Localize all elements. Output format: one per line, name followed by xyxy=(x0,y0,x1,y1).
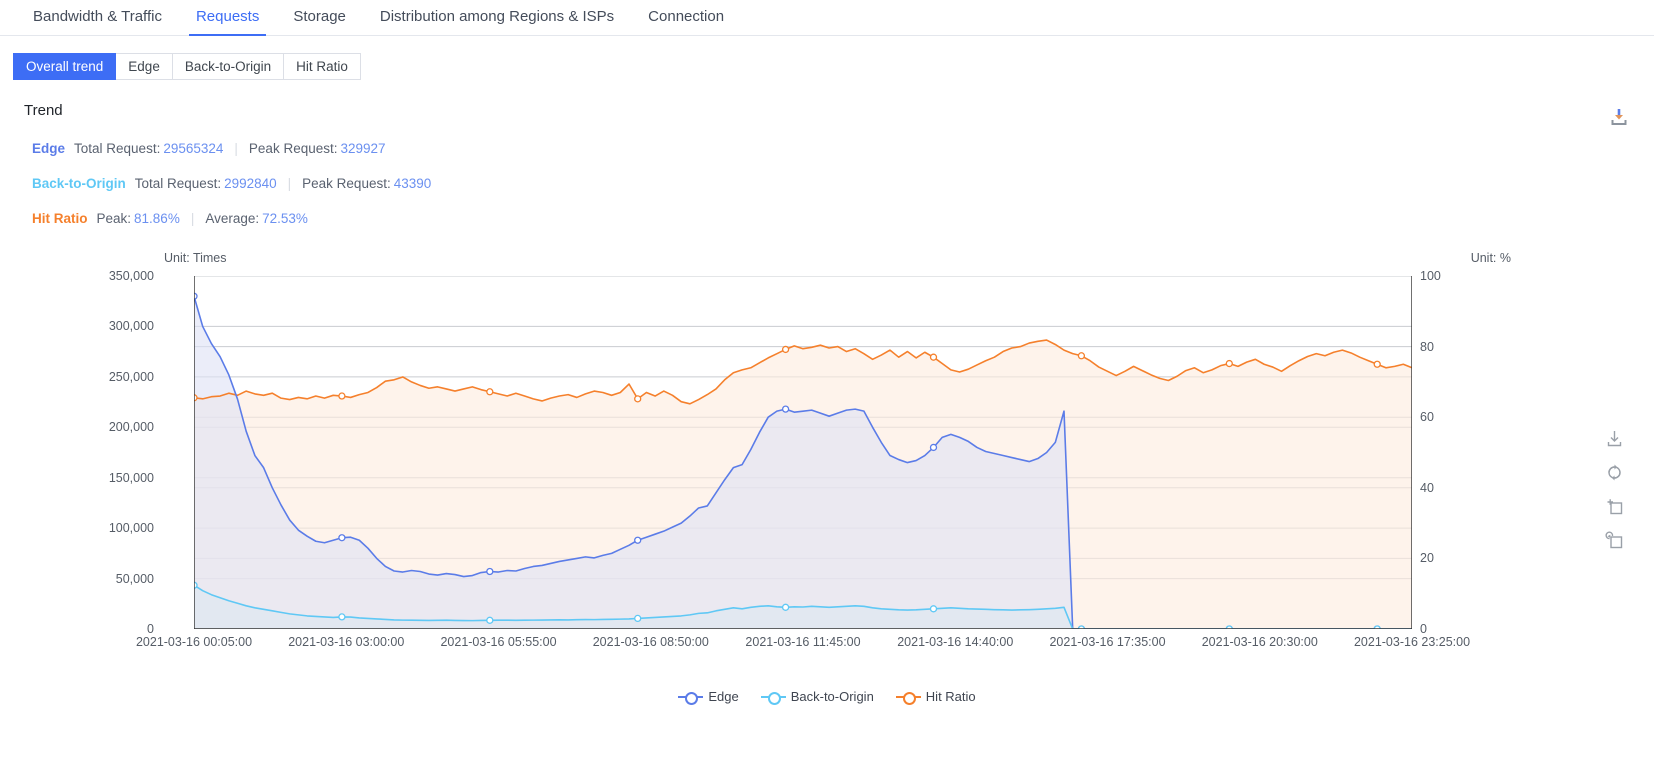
chart-unit-left: Unit: Times xyxy=(164,251,227,265)
chart-plot-area[interactable] xyxy=(194,276,1412,629)
legend-label: Hit Ratio xyxy=(926,689,976,704)
trend-panel: Trend Edge Total Request: 29565324 | Pea… xyxy=(0,102,1654,731)
summary-metric-label: Peak: xyxy=(97,211,132,227)
tab-label: Distribution among Regions & ISPs xyxy=(380,8,614,25)
y-axis-right-tick: 40 xyxy=(1420,481,1434,495)
summary-row-hit-ratio: Hit Ratio Peak: 81.86% | Average: 72.53% xyxy=(32,211,1638,227)
legend-marker-icon xyxy=(678,691,703,703)
y-axis-right-tick: 0 xyxy=(1420,622,1427,636)
trend-chart: Unit: Times Unit: % xyxy=(16,251,1638,731)
summary-metric-value: 72.53% xyxy=(262,211,308,227)
summary-divider: | xyxy=(288,176,292,192)
segment-edge[interactable]: Edge xyxy=(116,53,173,80)
summary-metric-value: 2992840 xyxy=(224,176,277,192)
zoom-select-icon[interactable] xyxy=(1605,497,1624,516)
summary-row-edge: Edge Total Request: 29565324 | Peak Requ… xyxy=(32,141,1638,157)
page-title: Trend xyxy=(24,102,1638,119)
y-axis-right-tick: 100 xyxy=(1420,269,1441,283)
y-axis-right-tick: 60 xyxy=(1420,410,1434,424)
legend-item-hit-ratio[interactable]: Hit Ratio xyxy=(896,689,976,704)
y-axis-left-tick: 0 xyxy=(147,622,154,636)
segment-back-to-origin[interactable]: Back-to-Origin xyxy=(173,53,284,80)
tab-storage[interactable]: Storage xyxy=(276,8,363,35)
summary-metric-label: Peak Request: xyxy=(249,141,338,157)
tab-bandwidth-traffic[interactable]: Bandwidth & Traffic xyxy=(16,8,179,35)
tab-connection[interactable]: Connection xyxy=(631,8,741,35)
y-axis-right-tick: 20 xyxy=(1420,551,1434,565)
summary-series-name: Back-to-Origin xyxy=(32,176,126,192)
y-axis-right-tick: 80 xyxy=(1420,340,1434,354)
summary-metric-value: 81.86% xyxy=(134,211,180,227)
summary-block: Edge Total Request: 29565324 | Peak Requ… xyxy=(32,141,1638,227)
summary-divider: | xyxy=(234,141,238,157)
y-axis-left-tick: 250,000 xyxy=(109,370,154,384)
y-axis-left-tick: 350,000 xyxy=(109,269,154,283)
tab-label: Storage xyxy=(293,8,346,25)
summary-row-back-to-origin: Back-to-Origin Total Request: 2992840 | … xyxy=(32,176,1638,192)
tab-label: Requests xyxy=(196,8,259,25)
legend-label: Edge xyxy=(708,689,738,704)
tab-distribution-regions-isps[interactable]: Distribution among Regions & ISPs xyxy=(363,8,631,35)
y-axis-left-tick: 200,000 xyxy=(109,420,154,434)
chart-unit-right: Unit: % xyxy=(1471,251,1511,265)
x-axis-tick: 2021-03-16 00:05:00 xyxy=(136,635,252,649)
summary-metric-value: 43390 xyxy=(394,176,432,192)
summary-metric-value: 329927 xyxy=(340,141,385,157)
summary-metric-value: 29565324 xyxy=(163,141,223,157)
legend-item-edge[interactable]: Edge xyxy=(678,689,738,704)
segment-overall-trend[interactable]: Overall trend xyxy=(13,53,116,80)
chart-legend: Edge Back-to-Origin Hit Ratio xyxy=(16,689,1638,704)
x-axis-tick: 2021-03-16 05:55:00 xyxy=(440,635,556,649)
y-axis-left-tick: 300,000 xyxy=(109,319,154,333)
x-axis-tick: 2021-03-16 23:25:00 xyxy=(1354,635,1470,649)
summary-metric-label: Total Request: xyxy=(74,141,160,157)
legend-marker-icon xyxy=(896,691,921,703)
x-axis-tick: 2021-03-16 20:30:00 xyxy=(1202,635,1318,649)
zoom-restore-icon[interactable] xyxy=(1605,531,1624,550)
x-axis-tick: 2021-03-16 08:50:00 xyxy=(593,635,709,649)
download-icon[interactable] xyxy=(1605,429,1624,448)
summary-metric-label: Peak Request: xyxy=(302,176,391,192)
x-axis-tick: 2021-03-16 17:35:00 xyxy=(1049,635,1165,649)
refresh-icon[interactable] xyxy=(1605,463,1624,482)
summary-series-name: Edge xyxy=(32,141,65,157)
legend-label: Back-to-Origin xyxy=(791,689,874,704)
y-axis-left-tick: 50,000 xyxy=(116,572,154,586)
summary-series-name: Hit Ratio xyxy=(32,211,88,227)
x-axis-tick: 2021-03-16 14:40:00 xyxy=(897,635,1013,649)
download-icon[interactable] xyxy=(1608,106,1630,128)
y-axis-left-tick: 100,000 xyxy=(109,521,154,535)
tab-requests[interactable]: Requests xyxy=(179,8,276,35)
x-axis-tick: 2021-03-16 03:00:00 xyxy=(288,635,404,649)
main-tabbar: Bandwidth & Traffic Requests Storage Dis… xyxy=(0,0,1654,36)
segment-hit-ratio[interactable]: Hit Ratio xyxy=(284,53,361,80)
x-axis-tick: 2021-03-16 11:45:00 xyxy=(745,635,860,649)
legend-marker-icon xyxy=(761,691,786,703)
summary-divider: | xyxy=(191,211,195,227)
tab-label: Bandwidth & Traffic xyxy=(33,8,162,25)
chart-toolbox xyxy=(1605,429,1624,550)
tab-label: Connection xyxy=(648,8,724,25)
view-mode-segmented-control: Overall trend Edge Back-to-Origin Hit Ra… xyxy=(13,53,1654,80)
summary-metric-label: Average: xyxy=(205,211,259,227)
legend-item-back-to-origin[interactable]: Back-to-Origin xyxy=(761,689,874,704)
y-axis-left-tick: 150,000 xyxy=(109,471,154,485)
summary-metric-label: Total Request: xyxy=(135,176,221,192)
